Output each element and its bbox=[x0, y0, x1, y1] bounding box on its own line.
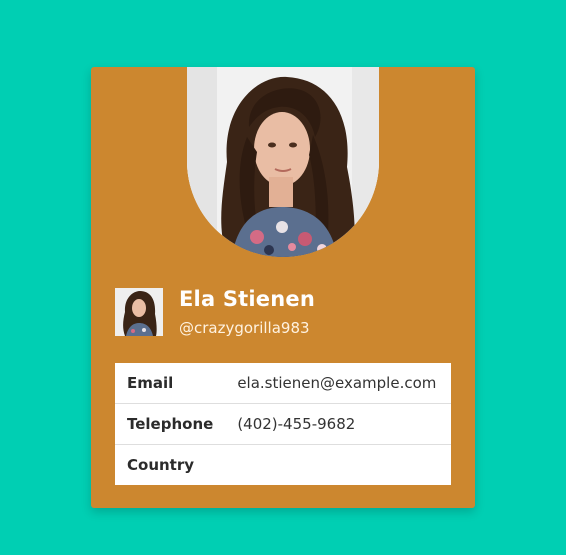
country-label: Country bbox=[115, 444, 226, 485]
details-table: Email ela.stienen@example.com Telephone … bbox=[115, 363, 451, 485]
avatar-image bbox=[115, 288, 163, 336]
email-label: Email bbox=[127, 374, 174, 392]
table-row: Country bbox=[115, 444, 451, 485]
avatar bbox=[115, 288, 163, 336]
table-row: Email ela.stienen@example.com bbox=[115, 363, 451, 404]
profile-name: Ela Stienen bbox=[179, 287, 315, 311]
telephone-label: Telephone bbox=[115, 403, 226, 445]
profile-card: Ela Stienen @crazygorilla983 Email ela.s… bbox=[91, 67, 475, 508]
profile-username: @crazygorilla983 bbox=[179, 319, 310, 337]
table-row: Telephone (402)-455-9682 bbox=[115, 403, 451, 445]
country-value bbox=[225, 444, 451, 485]
telephone-value: (402)-455-9682 bbox=[225, 403, 451, 445]
email-value: ela.stienen@example.com bbox=[237, 374, 437, 392]
profile-photo bbox=[187, 67, 379, 257]
profile-photo-image bbox=[187, 67, 379, 257]
